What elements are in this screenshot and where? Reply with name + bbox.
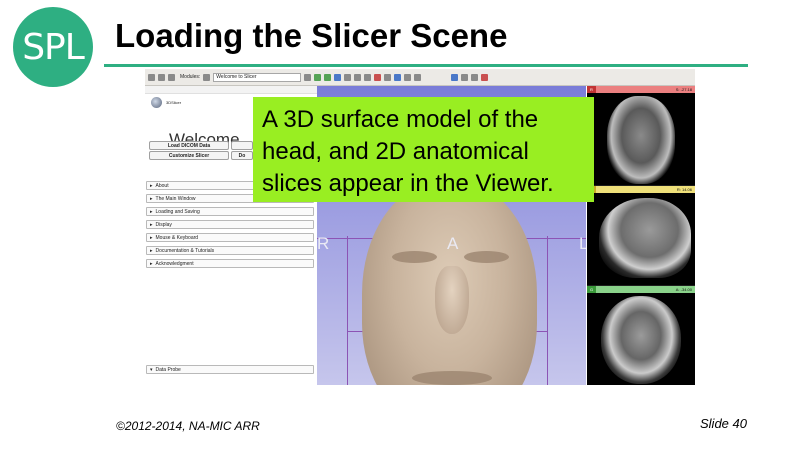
download-button-partial[interactable]: Do [231,151,253,160]
mouse-mode-icon[interactable] [414,73,422,81]
mouth [412,371,492,385]
title-divider [104,64,748,67]
module-list-icon[interactable] [304,73,312,81]
folder-icon[interactable] [148,73,155,81]
editor-icon[interactable] [384,73,392,81]
orientation-label-anterior: A [447,234,459,253]
axial-slice-image [607,96,675,184]
nose [435,266,469,334]
transforms-icon[interactable] [364,73,372,81]
save-icon[interactable] [168,73,175,81]
back-icon[interactable] [314,73,322,81]
section-display[interactable]: Display [146,220,314,229]
download-sample-button[interactable] [231,141,253,150]
slide-title: Loading the Slicer Scene [115,17,508,54]
markups-icon[interactable] [374,73,382,81]
yellow-slice-view[interactable]: Y R: 14.06 [587,186,695,285]
data-probe-header[interactable]: Data Probe [146,365,314,374]
models-icon[interactable] [354,73,362,81]
left-eye [392,251,437,263]
right-eye [464,251,509,263]
coronal-slice-image [601,296,681,384]
slice-tag: R [587,86,596,93]
green-slice-view[interactable]: G A: -34.00 [587,286,695,385]
slicer-logo-icon [151,97,162,108]
slide-number: Slide 40 [700,416,747,431]
red-slice-view[interactable]: R S: -27.18 [587,86,695,185]
section-acknowledgment[interactable]: Acknowledgment [146,259,314,268]
sagittal-slice-image [599,198,691,278]
slice-tag: G [587,286,596,293]
copyright-notice: ©2012-2014, NA-MIC ARR [116,419,260,433]
logo-text: SPL [22,26,85,68]
bounding-box-edge [347,236,348,385]
slice-offset: S: -27.18 [675,87,692,92]
volumes-icon[interactable] [344,73,352,81]
customize-slicer-button[interactable]: Customize Slicer [149,151,229,160]
load-dicom-button[interactable]: Load DICOM Data [149,141,229,150]
bounding-box-edge [547,236,548,385]
callout-box: A 3D surface model of the head, and 2D a… [253,97,594,202]
orientation-label-left: R [317,234,330,253]
extensions-icon[interactable] [461,73,469,81]
data-probe-section: Data Probe [146,365,314,378]
layout-icon[interactable] [394,73,402,81]
slice-offset: R: 14.06 [676,187,692,192]
data-module-icon[interactable] [334,73,342,81]
yellow-slice-controller[interactable]: Y R: 14.06 [587,186,695,193]
slice-offset: A: -34.00 [675,287,692,292]
orientation-label-right: L [579,234,586,253]
data-icon[interactable] [158,73,165,81]
section-mouse-keyboard[interactable]: Mouse & Keyboard [146,233,314,242]
modules-label: Modules: [180,74,201,80]
green-slice-controller[interactable]: G A: -34.00 [587,286,695,293]
module-selector[interactable]: Welcome to Slicer [213,72,302,82]
search-icon[interactable] [203,73,211,81]
section-documentation[interactable]: Documentation & Tutorials [146,246,314,255]
brand-name: 3DSlicer [166,100,182,105]
screenshot-icon[interactable] [451,73,459,81]
section-loading-saving[interactable]: Loading and Saving [146,207,314,216]
slicer-brand: 3DSlicer [151,97,181,108]
slice-views: R S: -27.18 Y R: 14.06 G A: -34.00 [587,86,695,385]
crosshair-icon[interactable] [404,73,412,81]
red-slice-controller[interactable]: R S: -27.18 [587,86,695,93]
forward-icon[interactable] [324,73,332,81]
spl-logo: SPL [13,7,93,87]
slicer-toolbar: Modules: Welcome to Slicer [145,69,695,86]
panel-header-strip [145,86,317,94]
python-icon[interactable] [471,73,479,81]
place-fiducial-icon[interactable] [481,73,489,81]
